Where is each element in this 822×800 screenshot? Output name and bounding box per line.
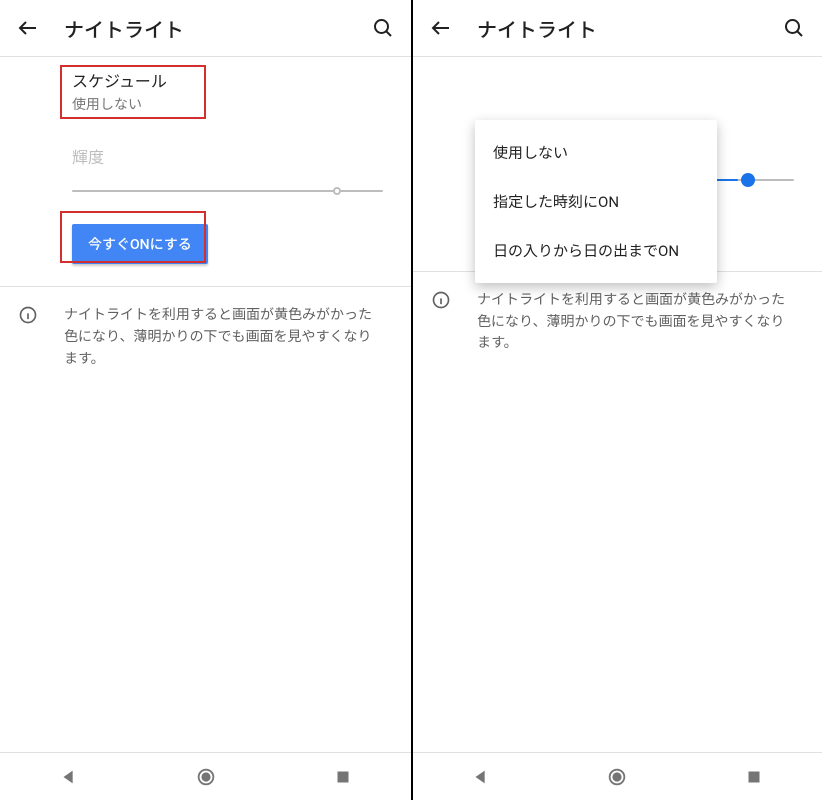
screen-right: ナイトライト 使用しない 指定した時刻にON 日の入りから日の出までON 今すぐ… — [411, 0, 822, 800]
menu-item-custom-time[interactable]: 指定した時刻にON — [475, 177, 717, 226]
app-bar: ナイトライト — [413, 0, 822, 56]
nav-recent-button[interactable] — [332, 766, 354, 788]
brightness-label: 輝度 — [0, 128, 411, 176]
search-icon — [782, 16, 806, 40]
system-nav-bar — [413, 752, 822, 800]
menu-item-sunset-sunrise[interactable]: 日の入りから日の出までON — [475, 226, 717, 275]
schedule-label: スケジュール — [72, 71, 339, 93]
info-text: ナイトライトを利用すると画面が黄色みがかった色になり、薄明かりの下でも画面を見や… — [64, 305, 389, 370]
settings-content: スケジュール 使用しない 輝度 今すぐONにする ナイトライトを利用すると画面が… — [0, 57, 411, 752]
page-title: ナイトライト — [477, 14, 774, 43]
triangle-back-icon — [58, 766, 80, 788]
action-area: 今すぐONにする — [0, 206, 411, 286]
settings-content: 使用しない 指定した時刻にON 日の入りから日の出までON 今すぐOFFにする … — [413, 57, 822, 752]
slider-thumb[interactable] — [741, 173, 755, 187]
menu-item-none[interactable]: 使用しない — [475, 128, 717, 177]
back-button[interactable] — [8, 8, 48, 48]
triangle-back-icon — [470, 766, 492, 788]
search-button[interactable] — [363, 8, 403, 48]
circle-home-icon — [195, 766, 217, 788]
nav-back-button[interactable] — [470, 766, 492, 788]
page-title: ナイトライト — [64, 14, 363, 43]
nav-recent-button[interactable] — [743, 766, 765, 788]
nav-home-button[interactable] — [606, 766, 628, 788]
search-icon — [371, 16, 395, 40]
brightness-slider-disabled — [0, 176, 411, 206]
schedule-setting[interactable]: スケジュール 使用しない — [0, 57, 411, 128]
back-arrow-icon — [429, 16, 453, 40]
turn-on-now-button[interactable]: 今すぐONにする — [72, 224, 208, 264]
nav-back-button[interactable] — [58, 766, 80, 788]
app-bar: ナイトライト — [0, 0, 411, 56]
back-arrow-icon — [16, 16, 40, 40]
search-button[interactable] — [774, 8, 814, 48]
schedule-value: 使用しない — [72, 94, 339, 114]
back-button[interactable] — [421, 8, 461, 48]
screen-left: ナイトライト スケジュール 使用しない 輝度 今すぐONにする ナイトライトを利… — [0, 0, 411, 800]
info-text: ナイトライトを利用すると画面が黄色みがかった色になり、薄明かりの下でも画面を見や… — [477, 290, 800, 355]
info-section: ナイトライトを利用すると画面が黄色みがかった色になり、薄明かりの下でも画面を見や… — [413, 271, 822, 373]
info-icon — [429, 290, 453, 355]
square-recent-icon — [332, 766, 354, 788]
schedule-dropdown-menu: 使用しない 指定した時刻にON 日の入りから日の出までON — [475, 120, 717, 283]
nav-home-button[interactable] — [195, 766, 217, 788]
info-section: ナイトライトを利用すると画面が黄色みがかった色になり、薄明かりの下でも画面を見や… — [0, 286, 411, 388]
circle-home-icon — [606, 766, 628, 788]
info-icon — [16, 305, 40, 370]
system-nav-bar — [0, 752, 411, 800]
square-recent-icon — [743, 766, 765, 788]
